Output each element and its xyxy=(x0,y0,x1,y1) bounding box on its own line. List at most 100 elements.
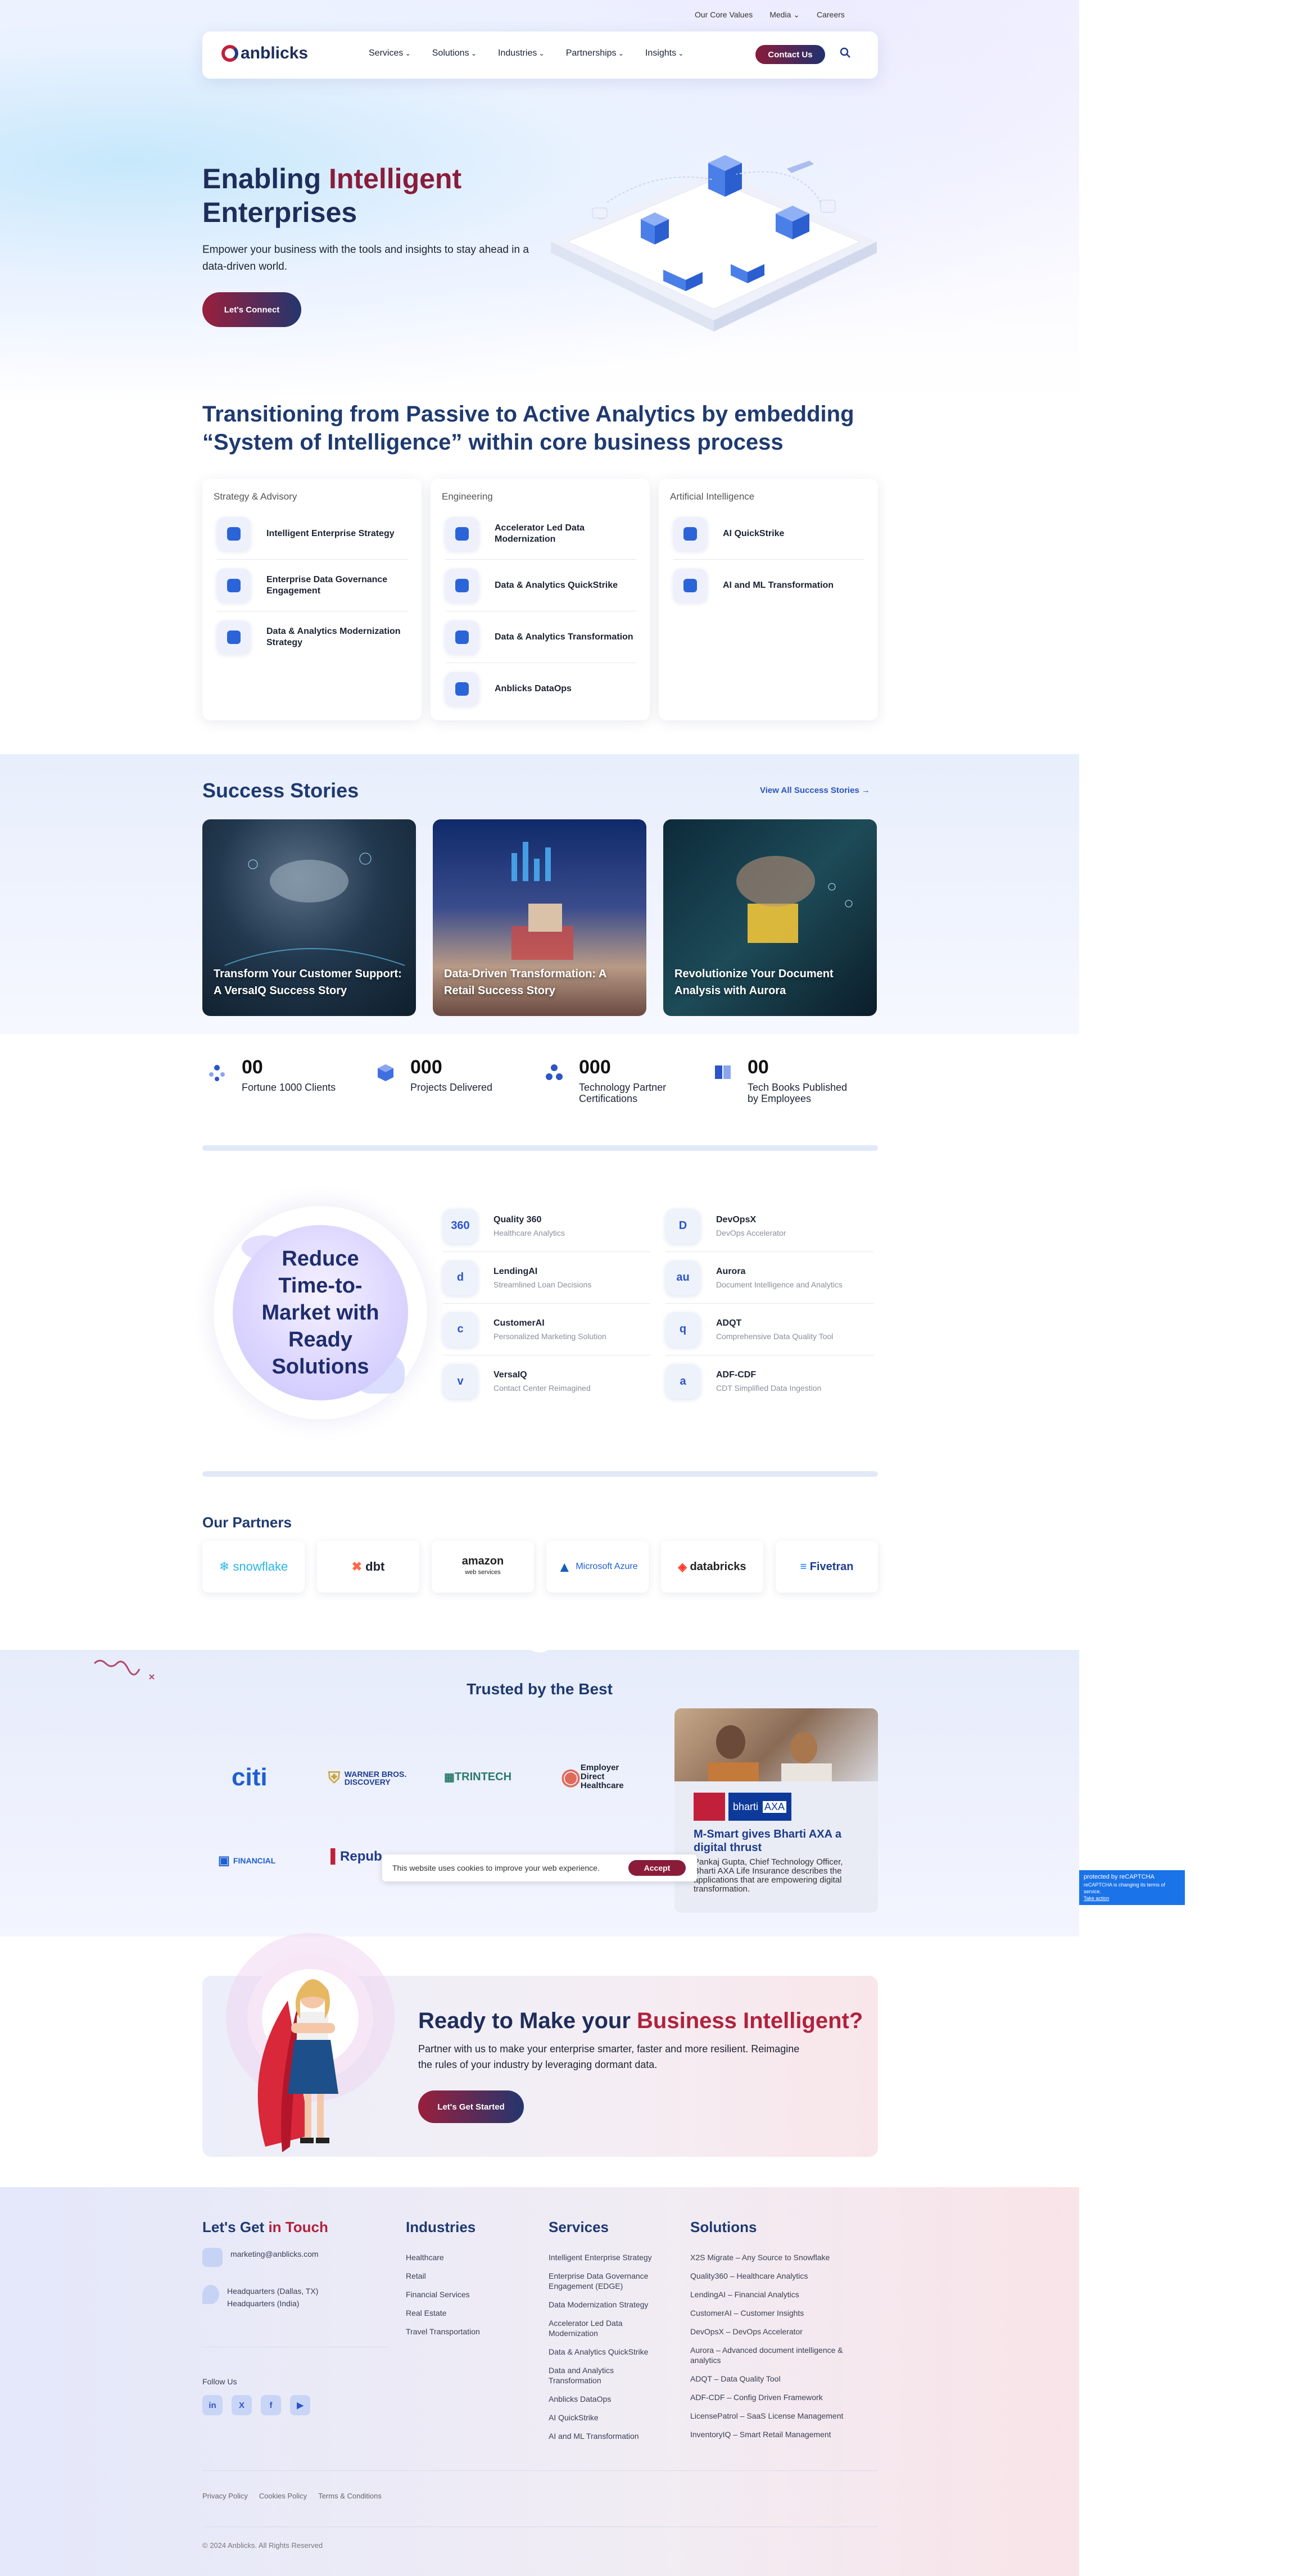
recaptcha-take-action-link[interactable]: Take action xyxy=(1084,1895,1180,1902)
column-heading: Engineering xyxy=(442,491,493,502)
footer-link[interactable]: Real Estate xyxy=(406,2308,518,2318)
top-link-media[interactable]: Media ⌄ xyxy=(769,10,800,20)
partner-logo-azure[interactable]: ▲ Microsoft Azure xyxy=(546,1541,649,1593)
footer-link[interactable]: Quality360 – Healthcare Analytics xyxy=(690,2271,870,2281)
service-item[interactable]: Enterprise Data Governance Engagement xyxy=(217,560,408,611)
partner-logo-databricks[interactable]: ◈ databricks xyxy=(661,1541,763,1593)
service-item[interactable]: Accelerator Led Data Modernization xyxy=(445,508,636,560)
footer-link[interactable]: Enterprise Data Governance Engagement (E… xyxy=(549,2271,667,2291)
trintech-mark-icon: ▦ xyxy=(444,1771,455,1784)
contact-us-button[interactable]: Contact Us xyxy=(755,45,825,64)
terms-link[interactable]: Terms & Conditions xyxy=(318,2492,382,2500)
youtube-icon[interactable]: ▶ xyxy=(290,2395,310,2415)
product-item[interactable]: D DevOpsX DevOps Accelerator xyxy=(665,1200,873,1252)
service-item[interactable]: AI and ML Transformation xyxy=(673,560,864,611)
section-divider xyxy=(202,1471,878,1477)
footer-link[interactable]: AI QuickStrike xyxy=(549,2412,667,2423)
footer-link[interactable]: Financial Services xyxy=(406,2289,518,2300)
footer-link[interactable]: Intelligent Enterprise Strategy xyxy=(549,2252,667,2262)
financial-mark-icon: ▣ xyxy=(218,1853,233,1867)
service-item[interactable]: Data & Analytics Transformation xyxy=(445,611,636,663)
section-divider xyxy=(202,1145,878,1151)
location-pin-icon xyxy=(202,2285,219,2304)
case-study-card[interactable]: bharti AXA M-Smart gives Bharti AXA a dig… xyxy=(674,1708,878,1913)
story-card[interactable]: Revolutionize Your Document Analysis wit… xyxy=(663,819,877,1016)
footer-link[interactable]: InventoryIQ – Smart Retail Management xyxy=(690,2429,870,2439)
nav-item-industries[interactable]: Industries xyxy=(498,48,545,58)
footer-link[interactable]: Data Modernization Strategy xyxy=(549,2300,667,2310)
nav-item-services[interactable]: Services xyxy=(369,48,411,58)
republic-mark-icon: ▌ xyxy=(330,1849,341,1864)
product-item[interactable]: d LendingAI Streamlined Loan Decisions xyxy=(443,1252,651,1304)
partners-icon xyxy=(546,1064,563,1080)
copyright: © 2024 Anblicks. All Rights Reserved xyxy=(202,2541,323,2550)
view-all-stories-link[interactable]: View All Success Stories → xyxy=(760,786,870,795)
footer-link[interactable]: Data and Analytics Transformation xyxy=(549,2365,667,2385)
modernization-icon xyxy=(217,620,251,654)
strategy-advisory-card: Strategy & Advisory Intelligent Enterpri… xyxy=(202,479,422,720)
search-icon[interactable] xyxy=(840,47,851,58)
nav-item-solutions[interactable]: Solutions xyxy=(432,48,477,58)
product-item[interactable]: au Aurora Document Intelligence and Analyt… xyxy=(665,1252,873,1304)
footer-link[interactable]: Data & Analytics QuickStrike xyxy=(549,2347,667,2357)
service-item[interactable]: Intelligent Enterprise Strategy xyxy=(217,508,408,560)
recaptcha-badge[interactable]: protected by reCAPTCHA reCAPTCHA is chan… xyxy=(1079,1870,1185,1905)
main-navbar: anblicks Services Solutions Industries P… xyxy=(202,31,878,79)
facebook-icon[interactable]: f xyxy=(261,2395,281,2415)
stat-fortune-clients: 00 Fortune 1000 Clients xyxy=(206,1056,354,1093)
footer-link[interactable]: AI and ML Transformation xyxy=(549,2431,667,2441)
products-circle: Reduce Time-to-Market with Ready Solutio… xyxy=(233,1225,408,1400)
product-item[interactable]: 360 Quality 360 Healthcare Analytics xyxy=(443,1200,651,1252)
footer-link[interactable]: Travel Transportation xyxy=(406,2326,518,2337)
footer-link[interactable]: LendingAI – Financial Analytics xyxy=(690,2289,870,2300)
footer-email[interactable]: marketing@anblicks.com xyxy=(202,2248,319,2267)
cube-icon xyxy=(378,1064,393,1081)
footer-link[interactable]: ADF-CDF – Config Driven Framework xyxy=(690,2392,870,2402)
hero-subtitle: Empower your business with the tools and… xyxy=(202,244,529,273)
accept-cookies-button[interactable]: Accept xyxy=(628,1860,686,1876)
footer-link[interactable]: DevOpsX – DevOps Accelerator xyxy=(690,2326,870,2337)
product-item[interactable]: v VersaIQ Contact Center Reimagined xyxy=(443,1355,651,1407)
nav-item-partnerships[interactable]: Partnerships xyxy=(566,48,624,58)
footer-link[interactable]: Retail xyxy=(406,2271,518,2281)
service-item[interactable]: Data & Analytics Modernization Strategy xyxy=(217,611,408,663)
get-started-button[interactable]: Let's Get Started xyxy=(418,2090,524,2123)
hero-title: Enabling Intelligent Enterprises xyxy=(202,163,462,228)
partner-logo-fivetran[interactable]: ≡ Fivetran xyxy=(776,1541,878,1593)
product-item[interactable]: a ADF-CDF CDT Simplified Data Ingestion xyxy=(665,1355,873,1407)
engineering-card: Engineering Accelerator Led Data Moderni… xyxy=(431,479,650,720)
story-card[interactable]: Transform Your Customer Support: A Versa… xyxy=(202,819,416,1016)
footer-link[interactable]: LicensePatrol – SaaS License Management xyxy=(690,2411,870,2421)
footer-link[interactable]: X2S Migrate – Any Source to Snowflake xyxy=(690,2252,870,2262)
linkedin-icon[interactable]: in xyxy=(202,2395,223,2415)
service-item[interactable]: Data & Analytics QuickStrike xyxy=(445,560,636,611)
column-heading: Strategy & Advisory xyxy=(214,491,297,502)
cookies-policy-link[interactable]: Cookies Policy xyxy=(259,2492,307,2500)
x-twitter-icon[interactable]: X xyxy=(232,2395,252,2415)
nav-item-insights[interactable]: Insights xyxy=(645,48,684,58)
privacy-policy-link[interactable]: Privacy Policy xyxy=(202,2492,248,2500)
footer-link[interactable]: Anblicks DataOps xyxy=(549,2394,667,2404)
book-icon xyxy=(715,1065,731,1079)
lets-connect-button[interactable]: Let's Connect xyxy=(202,292,301,327)
service-item[interactable]: Anblicks DataOps xyxy=(445,663,636,715)
stat-books: 00 Tech Books Published by Employees xyxy=(712,1056,860,1104)
top-link-careers[interactable]: Careers xyxy=(817,10,845,20)
footer-divider xyxy=(202,2470,878,2471)
footer-link[interactable]: CustomerAI – Customer Insights xyxy=(690,2308,870,2318)
logo[interactable]: anblicks xyxy=(221,44,308,63)
partner-logo-snowflake[interactable]: ❄ snowflake xyxy=(202,1541,305,1593)
footer-link[interactable]: ADQT – Data Quality Tool xyxy=(690,2374,870,2384)
service-item[interactable]: AI QuickStrike xyxy=(673,508,864,560)
footer-address: Headquarters (Dallas, TX) Headquarters (I… xyxy=(202,2285,318,2310)
product-item[interactable]: c CustomerAI Personalized Marketing Soluti… xyxy=(443,1304,651,1355)
footer-link[interactable]: Healthcare xyxy=(406,2252,518,2262)
footer-industries-title: Industries xyxy=(406,2219,476,2235)
footer-link[interactable]: Aurora – Advanced document intelligence … xyxy=(690,2345,870,2365)
partner-logo-dbt[interactable]: ✖ dbt xyxy=(317,1541,419,1593)
product-item[interactable]: q ADQT Comprehensive Data Quality Tool xyxy=(665,1304,873,1355)
partner-logo-aws[interactable]: amazon web services xyxy=(432,1541,534,1593)
top-link-core-values[interactable]: Our Core Values xyxy=(695,10,753,20)
story-card[interactable]: Data-Driven Transformation: A Retail Suc… xyxy=(433,819,646,1016)
footer-link[interactable]: Accelerator Led Data Modernization xyxy=(549,2318,667,2338)
